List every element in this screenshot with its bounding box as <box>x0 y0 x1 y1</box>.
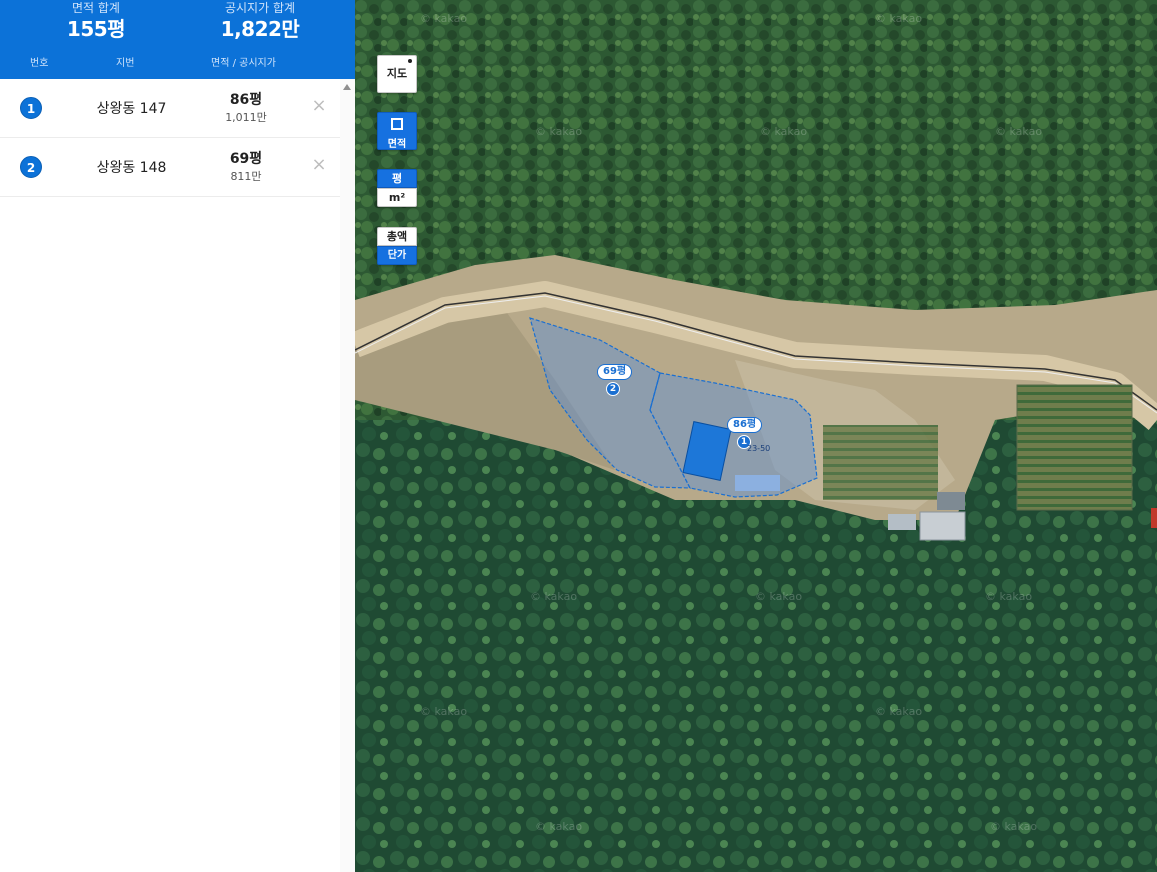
remove-parcel-button[interactable]: × <box>309 96 329 116</box>
parcel-jibun: 상왕동 147 <box>96 101 167 117</box>
kakao-watermark: © kakao <box>990 820 1038 833</box>
parcel-sidebar: 면적 합계 155평 공시지가 합계 1,822만 번호 지번 면적 / 공시지… <box>0 0 355 872</box>
kakao-watermark: © kakao <box>420 705 468 718</box>
kakao-watermark: © kakao <box>985 590 1033 603</box>
kakao-watermark: © kakao <box>875 12 923 25</box>
parcel-1-lot-number: 23-50 <box>747 444 771 453</box>
parcel-price: 1,011만 <box>225 111 267 124</box>
parcel-2-area-label[interactable]: 69평 <box>597 364 633 380</box>
total-price-toggle[interactable]: 총액 <box>377 227 417 246</box>
menu-dot-icon <box>408 59 412 63</box>
parcel-list: 1 상왕동 147 86평 1,011만 × 2 상왕동 148 69평 811… <box>0 79 340 197</box>
list-item[interactable]: 2 상왕동 148 69평 811만 × <box>0 138 340 197</box>
parcel-area: 69평 <box>229 151 263 167</box>
area-select-icon <box>391 118 403 130</box>
kakao-watermark: © kakao <box>420 12 468 25</box>
area-total-value: 155평 <box>66 17 126 41</box>
parcel-number-badge: 1 <box>20 97 42 119</box>
price-total-value: 1,822만 <box>220 17 300 41</box>
satellite-map[interactable]: © kakao © kakao © kakao © kakao © kakao … <box>355 0 1157 872</box>
column-number: 번호 <box>30 58 49 69</box>
parcel-number-badge: 2 <box>20 156 42 178</box>
summary-header: 면적 합계 155평 공시지가 합계 1,822만 번호 지번 면적 / 공시지… <box>0 0 355 79</box>
parcel-1-area-label[interactable]: 86평 <box>727 417 763 433</box>
unit-pyeong-toggle[interactable]: 평 <box>377 169 417 188</box>
parcel-jibun: 상왕동 148 <box>96 160 167 176</box>
list-item[interactable]: 1 상왕동 147 86평 1,011만 × <box>0 79 340 138</box>
kakao-watermark: © kakao <box>530 590 578 603</box>
kakao-watermark: © kakao <box>875 705 923 718</box>
parcel-price: 811만 <box>230 170 262 183</box>
parcel-2-marker[interactable]: 2 <box>606 382 620 396</box>
parcel-area: 86평 <box>229 92 263 108</box>
price-total: 공시지가 합계 1,822만 <box>205 0 315 42</box>
kakao-watermark: © kakao <box>755 590 803 603</box>
price-total-label: 공시지가 합계 <box>224 1 296 15</box>
map-type-button[interactable]: 지도 <box>377 55 417 93</box>
map-type-label: 지도 <box>386 67 408 80</box>
scroll-up-arrow-icon[interactable] <box>343 84 351 90</box>
app: 면적 합계 155평 공시지가 합계 1,822만 번호 지번 면적 / 공시지… <box>0 0 1157 872</box>
scrollbar[interactable] <box>340 79 355 872</box>
kakao-watermark: © kakao <box>535 820 583 833</box>
kakao-watermark: © kakao <box>535 125 583 138</box>
kakao-watermark: © kakao <box>760 125 808 138</box>
kakao-watermark: © kakao <box>995 125 1043 138</box>
remove-parcel-button[interactable]: × <box>309 155 329 175</box>
area-measure-button[interactable]: 면적 <box>377 112 417 150</box>
unit-m2-toggle[interactable]: m² <box>377 188 417 207</box>
area-measure-label: 면적 <box>387 139 407 150</box>
column-area-price: 면적 / 공시지가 <box>211 58 276 69</box>
unit-price-toggle[interactable]: 단가 <box>377 246 417 265</box>
area-total-label: 면적 합계 <box>72 1 120 15</box>
column-jibun: 지번 <box>116 58 135 69</box>
area-total: 면적 합계 155평 <box>46 0 146 42</box>
